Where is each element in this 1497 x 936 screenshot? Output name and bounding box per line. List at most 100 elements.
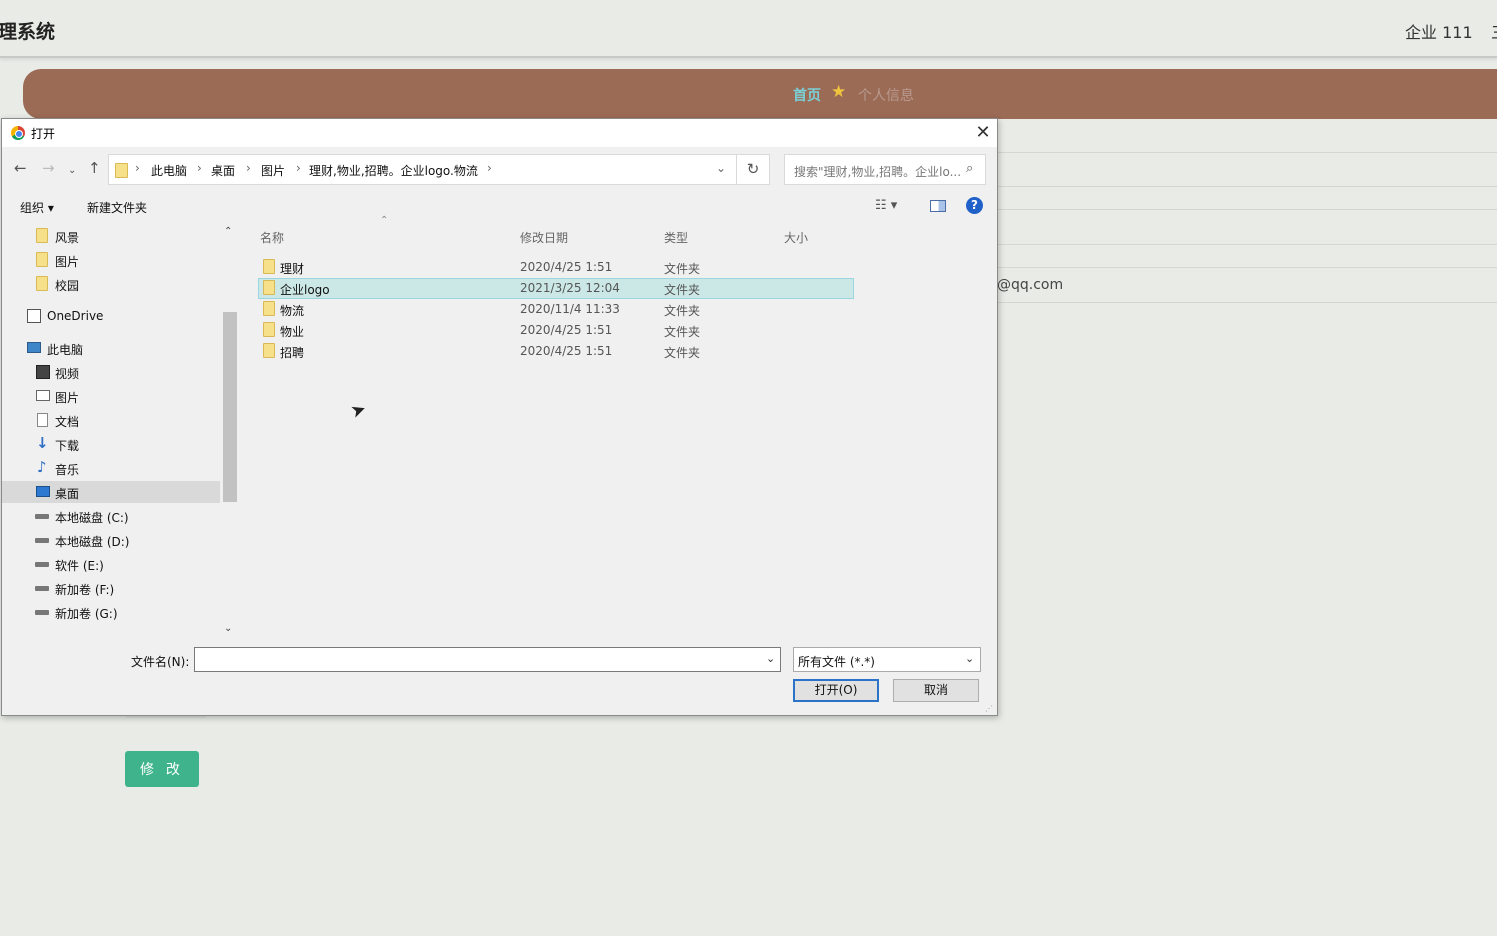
refresh-icon[interactable]: ↻ bbox=[737, 154, 770, 185]
file-type: 文件夹 bbox=[664, 346, 701, 360]
open-button[interactable]: 打开(O) bbox=[793, 679, 879, 702]
file-row[interactable]: 企业logo 2021/3/25 12:04 文件夹 bbox=[258, 278, 854, 299]
filename-field[interactable] bbox=[194, 647, 781, 672]
tree-label: 音乐 bbox=[55, 463, 80, 477]
desktop-icon bbox=[36, 486, 50, 497]
folder-icon bbox=[36, 252, 48, 267]
tree-label: 图片 bbox=[55, 391, 80, 405]
folder-icon bbox=[115, 163, 128, 178]
drive-icon bbox=[35, 538, 49, 543]
tree-item-desktop[interactable]: 桌面 bbox=[2, 481, 220, 503]
sort-ascending-icon: ⌃ bbox=[380, 215, 389, 226]
form-divider bbox=[998, 267, 1497, 268]
tree-item-drive-g[interactable]: 新加卷 (G:) bbox=[2, 601, 220, 623]
drive-icon bbox=[35, 610, 49, 615]
tree-item-documents[interactable]: 文档 bbox=[2, 409, 220, 431]
tree-item-onedrive[interactable]: OneDrive bbox=[2, 305, 220, 327]
recent-locations-icon[interactable]: ⌄ bbox=[68, 163, 76, 179]
chevron-right-icon: › bbox=[197, 161, 202, 175]
tree-label: 软件 (E:) bbox=[55, 559, 104, 573]
folder-icon bbox=[263, 322, 275, 337]
tree-item-downloads[interactable]: ↓ 下载 bbox=[2, 433, 220, 455]
edit-button[interactable]: 修 改 bbox=[125, 751, 199, 787]
back-arrow-icon[interactable]: ← bbox=[14, 160, 27, 176]
tree-label: 桌面 bbox=[55, 487, 80, 501]
email-field-value: @qq.com bbox=[997, 277, 1064, 293]
tree-item-pictures-folder[interactable]: 图片 bbox=[2, 249, 220, 271]
tree-item-this-pc[interactable]: 此电脑 bbox=[2, 337, 220, 359]
chevron-right-icon: › bbox=[487, 161, 492, 175]
column-type[interactable]: 类型 bbox=[664, 229, 688, 246]
tree-item-drive-e[interactable]: 软件 (E:) bbox=[2, 553, 220, 575]
search-icon[interactable]: ⌕ bbox=[966, 161, 973, 176]
app-title: 理系统 bbox=[0, 21, 56, 43]
file-date: 2020/4/25 1:51 bbox=[520, 344, 613, 358]
breadcrumb-item[interactable]: 图片 bbox=[261, 162, 285, 179]
dialog-titlebar[interactable]: 打开 ✕ bbox=[2, 119, 997, 147]
search-input[interactable]: 搜索"理财,物业,招聘。企业lo... ⌕ bbox=[784, 154, 986, 185]
view-options-icon[interactable]: ☷ ▾ bbox=[875, 198, 897, 213]
form-divider bbox=[998, 244, 1497, 245]
chevron-right-icon: › bbox=[246, 161, 251, 175]
file-type-select[interactable]: 所有文件 (*.*) ⌄ bbox=[793, 647, 981, 672]
tree-label: 文档 bbox=[55, 415, 80, 429]
tree-item-scenery[interactable]: 风景 bbox=[2, 225, 220, 247]
tab-profile[interactable]: 个人信息 bbox=[858, 85, 914, 105]
tree-label: 本地磁盘 (C:) bbox=[55, 511, 129, 525]
user-name[interactable]: 企业 111 bbox=[1405, 19, 1473, 43]
breadcrumb-item[interactable]: 理财,物业,招聘。企业logo.物流 bbox=[309, 162, 478, 179]
tree-label: 图片 bbox=[55, 255, 80, 269]
pictures-icon bbox=[36, 390, 50, 401]
tree-item-campus[interactable]: 校园 bbox=[2, 273, 220, 295]
folder-icon bbox=[36, 228, 48, 243]
file-row[interactable]: 招聘 2020/4/25 1:51 文件夹 bbox=[258, 341, 854, 362]
file-row[interactable]: 理财 2020/4/25 1:51 文件夹 bbox=[258, 257, 854, 278]
tree-item-drive-c[interactable]: 本地磁盘 (C:) bbox=[2, 505, 220, 527]
breadcrumb-item[interactable]: 此电脑 bbox=[151, 162, 187, 179]
column-name[interactable]: 名称 bbox=[260, 229, 284, 246]
breadcrumb-item[interactable]: 桌面 bbox=[211, 162, 235, 179]
address-bar[interactable]: › 此电脑 › 桌面 › 图片 › 理财,物业,招聘。企业logo.物流 › ⌄ bbox=[108, 154, 737, 185]
scroll-down-icon[interactable]: ⌄ bbox=[224, 623, 232, 634]
close-icon[interactable]: ✕ bbox=[972, 122, 994, 144]
tree-item-videos[interactable]: 视频 bbox=[2, 361, 220, 383]
music-icon: ♪ bbox=[37, 458, 47, 476]
tree-item-pictures[interactable]: 图片 bbox=[2, 385, 220, 407]
preview-pane-icon[interactable] bbox=[930, 200, 946, 212]
computer-icon bbox=[27, 342, 41, 353]
tree-scrollbar[interactable] bbox=[223, 312, 237, 502]
tree-label: OneDrive bbox=[47, 309, 104, 323]
tree-item-drive-f[interactable]: 新加卷 (F:) bbox=[2, 577, 220, 599]
new-folder-button[interactable]: 新建文件夹 bbox=[87, 199, 147, 216]
file-date: 2020/4/25 1:51 bbox=[520, 323, 613, 337]
chevron-down-icon[interactable]: ⌄ bbox=[766, 652, 775, 665]
scroll-up-icon[interactable]: ⌃ bbox=[224, 226, 232, 237]
tree-label: 新加卷 (G:) bbox=[55, 607, 118, 621]
up-arrow-icon[interactable]: ↑ bbox=[88, 160, 101, 176]
tree-label: 本地磁盘 (D:) bbox=[55, 535, 130, 549]
tree-item-music[interactable]: ♪ 音乐 bbox=[2, 457, 220, 479]
forward-arrow-icon[interactable]: → bbox=[42, 160, 55, 176]
dialog-title: 打开 bbox=[31, 127, 56, 141]
cancel-button[interactable]: 取消 bbox=[893, 679, 979, 702]
column-size[interactable]: 大小 bbox=[784, 229, 808, 246]
tab-home[interactable]: 首页 bbox=[793, 85, 821, 105]
drive-icon bbox=[35, 562, 49, 567]
tree-item-drive-d[interactable]: 本地磁盘 (D:) bbox=[2, 529, 220, 551]
column-date[interactable]: 修改日期 bbox=[520, 229, 568, 246]
user-menu[interactable]: 三 bbox=[1491, 19, 1497, 43]
help-icon[interactable]: ? bbox=[966, 197, 983, 214]
chevron-down-icon[interactable]: ⌄ bbox=[716, 161, 726, 175]
chrome-icon bbox=[11, 126, 25, 140]
resize-grip-icon[interactable]: ⋰ bbox=[985, 704, 993, 713]
tab-bar: 首页 ★ 个人信息 bbox=[23, 69, 1497, 119]
navigation-bar: ← → ⌄ ↑ › 此电脑 › 桌面 › 图片 › 理财,物业,招聘。企业log… bbox=[2, 151, 997, 187]
file-row[interactable]: 物业 2020/4/25 1:51 文件夹 bbox=[258, 320, 854, 341]
file-name: 理财 bbox=[280, 262, 305, 276]
chevron-right-icon: › bbox=[296, 161, 301, 175]
file-name: 招聘 bbox=[280, 346, 305, 360]
dialog-toolbar: 组织 ▾ 新建文件夹 ☷ ▾ ? bbox=[2, 195, 997, 219]
search-placeholder: 搜索"理财,物业,招聘。企业lo... bbox=[794, 165, 962, 179]
organize-menu[interactable]: 组织 ▾ bbox=[20, 199, 54, 216]
file-row[interactable]: 物流 2020/11/4 11:33 文件夹 bbox=[258, 299, 854, 320]
